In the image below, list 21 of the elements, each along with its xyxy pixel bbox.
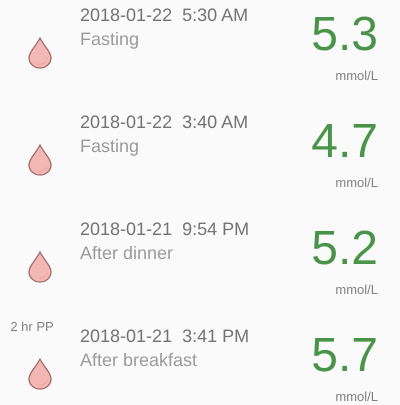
glucose-value: 5.2 <box>311 224 378 274</box>
unit-label: mmol/L <box>335 282 378 297</box>
blood-drop-icon <box>27 358 53 390</box>
blood-drop-icon <box>27 251 53 283</box>
glucose-value: 4.7 <box>311 117 378 167</box>
meal-label: After dinner <box>80 242 174 265</box>
meal-label: Fasting <box>80 135 140 158</box>
blood-drop-icon <box>27 144 53 176</box>
glucose-value: 5.3 <box>311 10 378 60</box>
reading-datetime: 2018-01-21 9:54 PM <box>80 218 250 241</box>
blood-drop-icon <box>27 37 53 69</box>
unit-label: mmol/L <box>335 389 378 404</box>
reading-note: 2 hr PP <box>10 319 54 334</box>
unit-label: mmol/L <box>335 175 378 190</box>
reading-datetime: 2018-01-22 5:30 AM <box>80 4 250 27</box>
reading-datetime: 2018-01-21 3:41 PM <box>80 325 250 348</box>
glucose-value: 5.7 <box>311 331 378 381</box>
meal-label: After breakfast <box>80 349 198 372</box>
reading-datetime: 2018-01-22 3:40 AM <box>80 111 250 134</box>
unit-label: mmol/L <box>335 68 378 83</box>
meal-label: Fasting <box>80 28 140 51</box>
